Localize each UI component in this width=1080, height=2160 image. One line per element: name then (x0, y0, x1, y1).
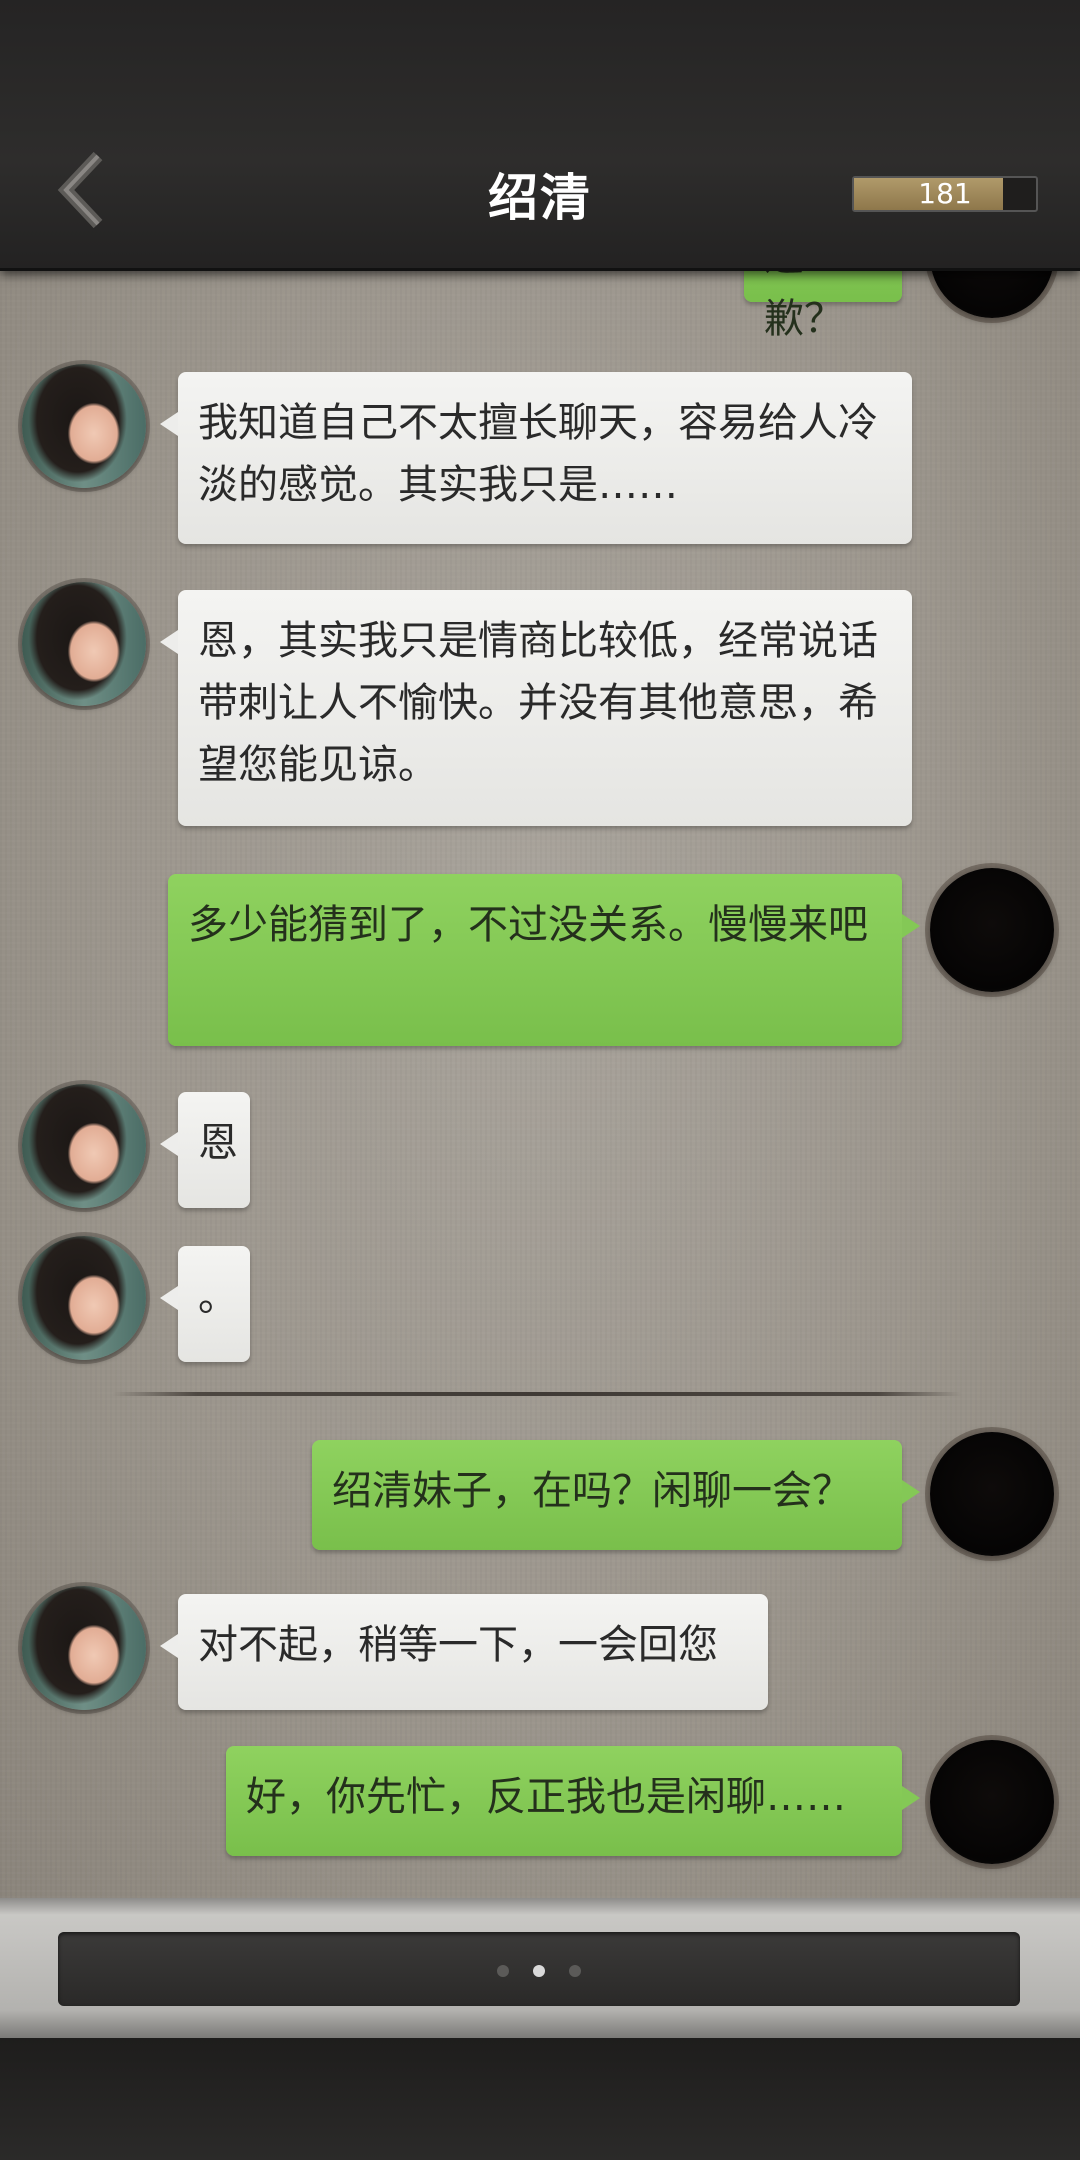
score-value: 181 (918, 177, 972, 210)
avatar-shaoqing[interactable] (22, 582, 146, 706)
message-bubble-sent: 多少能猜到了，不过没关系。慢慢来吧 (168, 874, 920, 1046)
footer (0, 2038, 1080, 2160)
message-text: 恩 (198, 1120, 238, 1166)
reply-options-panel[interactable] (58, 1932, 1020, 2006)
avatar-player[interactable] (930, 268, 1054, 318)
message-bubble-received: 恩 (160, 1092, 250, 1208)
message-text: 好，你先忙，反正我也是闲聊…… (246, 1774, 846, 1820)
message-text: 多少能猜到了，不过没关系。慢慢来吧 (188, 902, 868, 948)
avatar-shaoqing[interactable] (22, 1236, 146, 1360)
message-text: 我知道自己不太擅长聊天，容易给人冷淡的感觉。其实我只是…… (198, 400, 878, 508)
message-text: 恩，其实我只是情商比较低，经常说话带刺让人不愉快。并没有其他意思，希望您能见谅。 (198, 618, 878, 788)
page-dot (569, 1965, 581, 1977)
avatar-player[interactable] (930, 1432, 1054, 1556)
avatar-shaoqing[interactable] (22, 1586, 146, 1710)
message-text: 。 (198, 1274, 238, 1320)
message-bubble-received: 对不起，稍等一下，一会回您 (160, 1594, 768, 1710)
avatar-player[interactable] (930, 868, 1054, 992)
avatar-shaoqing[interactable] (22, 364, 146, 488)
message-bubble-sent: 绍清妹子，在吗？闲聊一会？ (312, 1440, 920, 1550)
page-dot (497, 1965, 509, 1977)
avatar-player[interactable] (930, 1740, 1054, 1864)
message-bubble-received: 恩，其实我只是情商比较低，经常说话带刺让人不愉快。并没有其他意思，希望您能见谅。 (160, 590, 912, 826)
page-dot-active (533, 1965, 545, 1977)
message-bubble-sent: 道歉？ (744, 268, 920, 342)
message-text: 绍清妹子，在吗？闲聊一会？ (332, 1468, 852, 1514)
page-indicator (58, 1962, 1020, 1981)
score-meter: 181 (852, 176, 1038, 212)
message-text: 道歉？ (764, 268, 844, 342)
avatar-shaoqing[interactable] (22, 1084, 146, 1208)
chat-area[interactable]: 道歉？ 我知道自己不太擅长聊天，容易给人冷淡的感觉。其实我只是…… 恩，其实我只… (0, 268, 1080, 1898)
message-bubble-received: 我知道自己不太擅长聊天，容易给人冷淡的感觉。其实我只是…… (160, 372, 912, 544)
message-bubble-sent: 好，你先忙，反正我也是闲聊…… (226, 1746, 920, 1856)
top-bar: 绍清 181 (0, 0, 1080, 271)
message-bubble-received: 。 (160, 1246, 250, 1362)
message-text: 对不起，稍等一下，一会回您 (198, 1622, 718, 1668)
conversation-divider (112, 1392, 962, 1396)
reply-bar (0, 1898, 1080, 2038)
